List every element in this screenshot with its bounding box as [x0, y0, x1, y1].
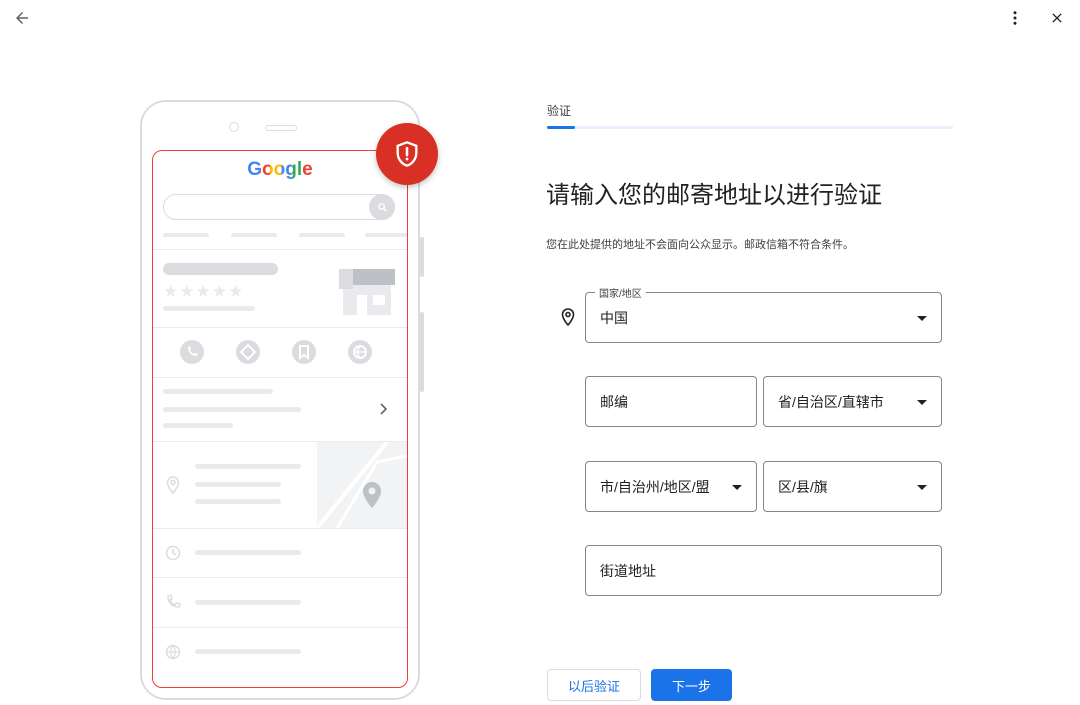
location-pin-icon	[561, 308, 575, 326]
placeholder-line	[163, 423, 233, 428]
placeholder-line	[195, 464, 301, 469]
mock-search-box	[163, 194, 395, 220]
chevron-down-icon	[917, 484, 927, 490]
placeholder-line	[231, 233, 277, 237]
street-address-placeholder: 街道地址	[600, 562, 656, 579]
close-button[interactable]	[1045, 6, 1069, 30]
phone-call-icon	[167, 594, 181, 608]
step-progress-fill	[547, 126, 576, 129]
more-options-button[interactable]	[1003, 6, 1027, 30]
page-subtitle: 您在此处提供的地址不会面向公众显示。邮政信箱不符合条件。	[546, 239, 854, 251]
country-value: 中国	[600, 309, 628, 326]
google-logo: Google	[247, 159, 313, 180]
bookmark-icon	[292, 340, 316, 364]
placeholder-line	[299, 233, 345, 237]
clock-icon	[165, 545, 181, 561]
divider	[153, 249, 407, 250]
chevron-right-icon	[380, 403, 388, 415]
divider	[153, 627, 407, 628]
divider	[153, 577, 407, 578]
district-select[interactable]: 区/县/旗	[763, 461, 942, 512]
district-placeholder: 区/县/旗	[778, 478, 828, 495]
globe-icon	[348, 340, 372, 364]
step-progress-track	[547, 126, 953, 129]
placeholder-line	[195, 550, 301, 555]
postal-code-placeholder: 邮编	[600, 393, 628, 410]
back-button[interactable]	[10, 6, 34, 30]
divider	[153, 327, 407, 328]
close-icon	[1052, 13, 1062, 23]
province-placeholder: 省/自治区/直辖市	[778, 393, 884, 410]
chevron-down-icon	[917, 399, 927, 405]
mock-search-button	[369, 194, 395, 220]
province-select[interactable]: 省/自治区/直辖市	[763, 376, 942, 427]
placeholder-line	[163, 389, 273, 394]
placeholder-line	[163, 407, 301, 412]
placeholder-line	[163, 306, 255, 311]
street-address-field[interactable]: 街道地址	[585, 545, 942, 596]
placeholder-line	[163, 233, 209, 237]
city-select[interactable]: 市/自治州/地区/盟	[585, 461, 757, 512]
divider	[153, 528, 407, 529]
verify-later-button[interactable]: 以后验证	[547, 669, 641, 701]
placeholder-line	[195, 600, 301, 605]
phone-camera	[229, 122, 239, 132]
divider	[153, 377, 407, 378]
phone-side-button	[420, 237, 424, 277]
page-title: 请输入您的邮寄地址以进行验证	[546, 182, 882, 209]
chevron-down-icon	[732, 484, 742, 490]
location-pin-icon	[166, 476, 180, 494]
country-select[interactable]: 国家/地区 中国	[585, 285, 942, 343]
more-vert-icon	[1013, 11, 1017, 25]
postal-code-field[interactable]: 邮编	[585, 376, 757, 427]
phone-side-button	[420, 312, 424, 392]
search-icon	[377, 202, 387, 212]
placeholder-line	[195, 482, 281, 487]
shield-alert-icon	[396, 141, 418, 167]
directions-icon	[236, 340, 260, 364]
chevron-down-icon	[917, 315, 927, 321]
phone-speaker	[265, 125, 297, 131]
phone-screen: Google ★★★★★	[152, 150, 408, 688]
placeholder-line	[163, 263, 278, 275]
placeholder-line	[365, 233, 407, 237]
security-badge	[376, 123, 438, 185]
arrow-left-icon	[16, 12, 28, 24]
rating-stars: ★★★★★	[163, 282, 245, 301]
city-placeholder: 市/自治州/地区/盟	[600, 478, 710, 495]
next-button[interactable]: 下一步	[651, 669, 732, 701]
placeholder-line	[195, 649, 301, 654]
step-label: 验证	[547, 104, 572, 118]
placeholder-line	[195, 499, 281, 504]
phone-call-icon	[180, 340, 204, 364]
map-thumbnail	[317, 442, 407, 528]
phone-illustration: Google ★★★★★	[140, 100, 424, 700]
storefront-icon	[339, 269, 395, 315]
globe-icon	[165, 644, 181, 660]
